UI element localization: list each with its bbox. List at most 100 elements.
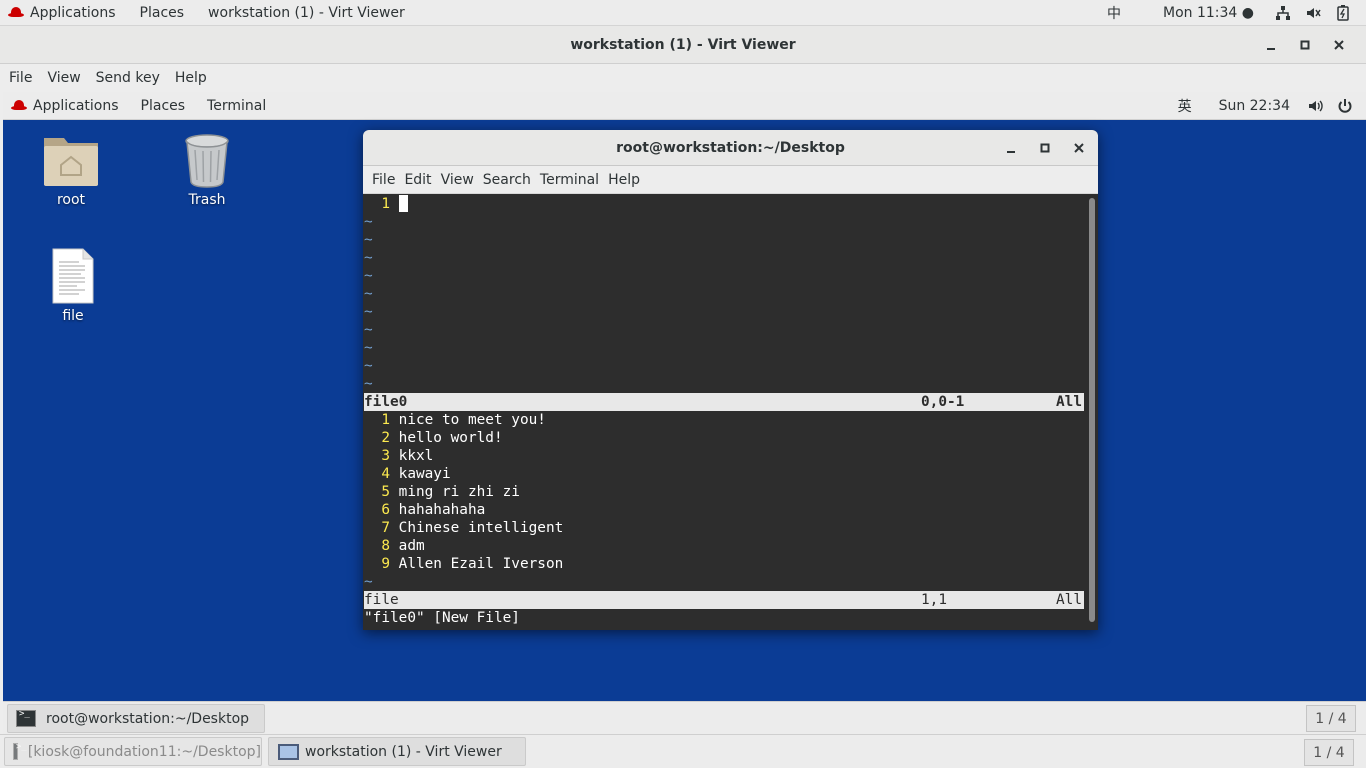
close-icon [1074,143,1084,153]
line-text: Chinese intelligent [398,520,564,536]
minimize-icon [1007,151,1015,153]
desktop-icon-file[interactable]: file [28,248,118,324]
viewer-close-button[interactable] [1322,30,1356,60]
vim-empty-line: ~ [364,340,373,356]
volume-icon[interactable] [1300,93,1330,119]
terminal-menu-help[interactable]: Help [605,172,643,188]
terminal-menu-bar: File Edit View Search Terminal Help [363,166,1098,194]
redhat-icon [11,100,27,111]
host-task-kiosk-terminal[interactable]: [kiosk@foundation11:~/Desktop] [4,737,262,766]
desktop-icon-trash[interactable]: Trash [162,132,252,208]
line-text: adm [398,538,425,554]
virt-viewer-icon [277,743,299,761]
terminal-menu-file[interactable]: File [369,172,398,188]
host-places-menu[interactable]: Places [128,0,197,26]
battery-icon[interactable] [1328,0,1358,26]
terminal-content[interactable]: 1 ~ ~ ~ ~ ~ ~ ~ ~ ~ ~ file0 0,0-1 All 1 … [363,194,1098,630]
line-number: 4 [364,466,399,482]
line-number: 3 [364,448,399,464]
task-label: workstation (1) - Virt Viewer [305,743,502,760]
status-cursor-position: 1,1 [921,592,947,608]
trash-icon [185,134,229,188]
host-applications-label: Applications [30,4,116,21]
terminal-menu-search[interactable]: Search [480,172,534,188]
guest-clock[interactable]: Sun 22:34 [1208,92,1300,120]
host-workspace-indicator[interactable]: 1 / 4 [1304,739,1354,766]
terminal-minimize-button[interactable] [994,133,1028,163]
terminal-close-button[interactable] [1062,133,1096,163]
power-icon[interactable] [1330,93,1360,119]
vim-empty-line: ~ [364,322,373,338]
line-number: 6 [364,502,399,518]
viewer-minimize-button[interactable] [1254,30,1288,60]
viewer-menu-send-key[interactable]: Send key [95,70,168,86]
terminal-scrollbar[interactable] [1089,198,1095,622]
host-applications-menu[interactable]: Applications [0,0,128,26]
vim-line: 5 ming ri zhi zi [364,483,1084,501]
text-file-icon [52,248,94,304]
vim-line: 1 [364,195,1084,213]
vim-empty-line: ~ [364,250,373,266]
line-text: hello world! [398,430,503,446]
home-folder-icon [44,138,98,186]
terminal-menu-view[interactable]: View [438,172,477,188]
host-active-window-menu[interactable]: workstation (1) - Virt Viewer [196,0,417,26]
line-number: 1 [364,412,399,428]
viewer-title-bar[interactable]: workstation (1) - Virt Viewer [0,26,1366,64]
guest-workspace-indicator[interactable]: 1 / 4 [1306,705,1356,732]
terminal-window[interactable]: root@workstation:~/Desktop File Edit Vie… [363,130,1098,630]
host-task-virt-viewer[interactable]: workstation (1) - Virt Viewer [268,737,526,766]
viewer-menu-view[interactable]: View [46,70,88,86]
guest-applications-menu[interactable]: Applications [3,92,130,120]
guest-bottom-taskbar: root@workstation:~/Desktop 1 / 4 [3,701,1366,734]
host-top-bar: Applications Places workstation (1) - Vi… [0,0,1366,26]
vim-line: 2 hello world! [364,429,1084,447]
host-input-method[interactable]: 中 [1095,0,1151,26]
terminal-menu-terminal[interactable]: Terminal [537,172,602,188]
guest-terminal-menu[interactable]: Terminal [196,92,277,120]
status-file-name: file [364,592,399,608]
viewer-menu-file[interactable]: File [8,70,40,86]
volume-muted-icon[interactable] [1298,0,1328,26]
line-number: 2 [364,430,399,446]
vim-message-line: "file0" [New File] [364,610,520,626]
viewer-menu-help[interactable]: Help [174,70,215,86]
guest-desktop[interactable]: root Trash file root@workstation:~/Deskt… [3,120,1366,701]
vim-empty-line: ~ [364,574,373,590]
guest-top-bar: Applications Places Terminal 英 Sun 22:34 [3,92,1366,120]
desktop-icon-root[interactable]: root [26,132,116,208]
guest-input-method[interactable]: 英 [1167,92,1208,120]
viewer-maximize-button[interactable] [1288,30,1322,60]
line-text: kawayi [398,466,451,482]
terminal-menu-edit[interactable]: Edit [401,172,434,188]
vim-line: 7 Chinese intelligent [364,519,1084,537]
vim-line: 1 nice to meet you! [364,411,1084,429]
line-number: 5 [364,484,399,500]
redhat-icon [8,7,24,18]
status-scroll-position: All [1056,394,1082,410]
guest-display[interactable]: Applications Places Terminal 英 Sun 22:34… [3,92,1366,734]
vim-line: 4 kawayi [364,465,1084,483]
minimize-icon [1267,48,1275,50]
guest-places-menu[interactable]: Places [130,92,197,120]
network-icon[interactable] [1268,0,1298,26]
vim-line: 9 Allen Ezail Iverson [364,555,1084,573]
desktop-icon-label: root [56,192,86,208]
terminal-icon [16,709,36,727]
line-number: 1 [364,196,399,212]
host-clock[interactable]: Mon 11:34 ● [1151,0,1268,26]
vim-empty-line: ~ [364,286,373,302]
terminal-title-bar[interactable]: root@workstation:~/Desktop [363,130,1098,166]
guest-applications-label: Applications [33,97,119,114]
line-number: 7 [364,520,399,536]
line-text: nice to meet you! [398,412,546,428]
vim-status-line-top: file0 0,0-1 All [364,393,1084,411]
line-text: kkxl [398,448,434,464]
terminal-icon [13,742,26,760]
host-bottom-taskbar: [kiosk@foundation11:~/Desktop] workstati… [0,734,1366,768]
terminal-maximize-button[interactable] [1028,133,1062,163]
desktop-icon-label: Trash [188,192,226,208]
status-file-name: file0 [364,394,408,410]
guest-task-terminal[interactable]: root@workstation:~/Desktop [7,704,265,733]
viewer-window-title: workstation (1) - Virt Viewer [570,36,796,53]
